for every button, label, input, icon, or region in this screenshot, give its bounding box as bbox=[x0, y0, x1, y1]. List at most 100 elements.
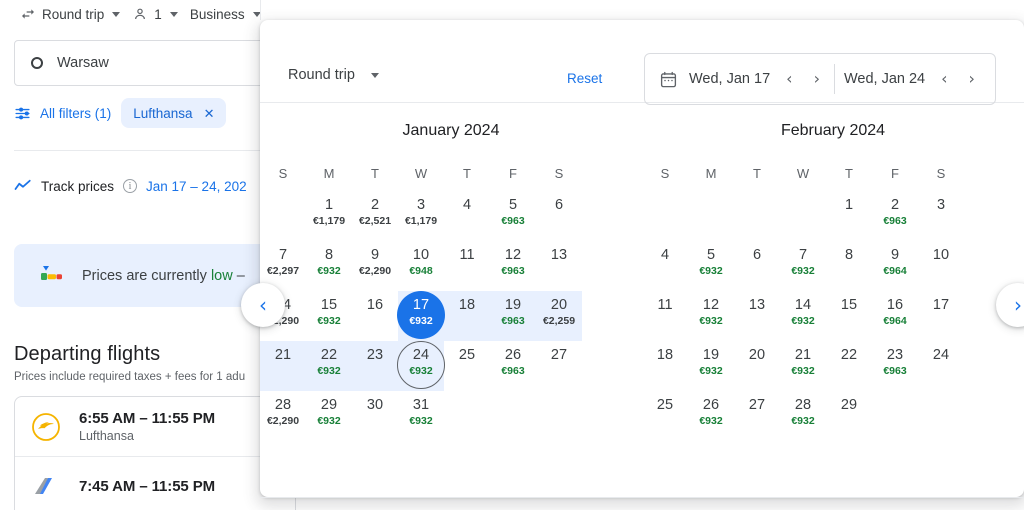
calendar-day-cell[interactable]: 4 bbox=[642, 241, 688, 291]
calendar-day-cell[interactable]: 26 €932 bbox=[688, 391, 734, 441]
close-icon[interactable]: ✕ bbox=[204, 107, 215, 120]
date-field-divider bbox=[833, 64, 835, 94]
origin-input[interactable]: Warsaw bbox=[14, 40, 296, 86]
calendar-day-cell[interactable]: 29 €932 bbox=[306, 391, 352, 441]
all-filters-button[interactable]: All filters (1) bbox=[14, 105, 111, 122]
departure-date-value[interactable]: Wed, Jan 17 bbox=[689, 71, 770, 87]
filter-chip-lufthansa[interactable]: Lufthansa ✕ bbox=[121, 98, 227, 128]
divider bbox=[14, 150, 296, 151]
flight-info: 6:55 AM – 11:55 PM Lufthansa bbox=[79, 410, 215, 443]
calendar-day-cell[interactable]: 15 €932 bbox=[306, 291, 352, 341]
previous-months-button[interactable]: ‹ bbox=[241, 283, 285, 327]
weekday-header-row: SMTWTFS bbox=[642, 166, 1024, 181]
calendar-day-cell[interactable]: 22 €932 bbox=[306, 341, 352, 391]
calendar-day-cell[interactable]: 20 bbox=[734, 341, 780, 391]
calendar-day-cell[interactable]: 20 €2,259 bbox=[536, 291, 582, 341]
calendar-day-cell[interactable]: 7 €932 bbox=[780, 241, 826, 291]
flight-times: 6:55 AM – 11:55 PM bbox=[79, 410, 216, 427]
calendar-day-cell[interactable]: 28 €2,290 bbox=[260, 391, 306, 441]
return-date-value[interactable]: Wed, Jan 24 bbox=[844, 71, 925, 87]
calendar-day-cell[interactable]: 25 bbox=[444, 341, 490, 391]
calendar-day-cell[interactable]: 24 €932 bbox=[397, 341, 445, 391]
calendar-day-cell[interactable]: 5 €932 bbox=[688, 241, 734, 291]
return-next-day-button[interactable]: › bbox=[964, 69, 980, 89]
calendar-day-cell[interactable]: 29 bbox=[826, 391, 872, 441]
calendar-day-cell[interactable]: 3 €1,179 bbox=[398, 191, 444, 241]
day-price: €963 bbox=[501, 265, 525, 277]
calendar-day-cell[interactable]: 21 €932 bbox=[780, 341, 826, 391]
calendar-day-cell[interactable]: 13 bbox=[734, 291, 780, 341]
calendar-day-cell[interactable]: 11 bbox=[444, 241, 490, 291]
passengers-selector[interactable]: 1 bbox=[126, 0, 184, 28]
calendar-day-cell[interactable]: 31 €932 bbox=[398, 391, 444, 441]
calendar-day-cell[interactable]: 9 €964 bbox=[872, 241, 918, 291]
day-number: 15 bbox=[320, 297, 338, 313]
flight-result-row[interactable]: 6:55 AM – 11:55 PM Lufthansa bbox=[15, 397, 295, 457]
trip-type-selector[interactable]: Round trip bbox=[14, 0, 126, 28]
calendar-day-cell[interactable]: 23 bbox=[352, 341, 398, 391]
day-price: €932 bbox=[791, 315, 815, 327]
flight-result-row[interactable]: 7:45 AM – 11:55 PM bbox=[15, 457, 295, 510]
calendar-day-cell[interactable]: 5 €963 bbox=[490, 191, 536, 241]
calendar-day-cell[interactable]: 25 bbox=[642, 391, 688, 441]
departure-next-day-button[interactable]: › bbox=[809, 69, 825, 89]
info-icon[interactable]: i bbox=[123, 179, 138, 193]
calendar-day-cell[interactable]: 1 bbox=[826, 191, 872, 241]
track-prices-dates[interactable]: Jan 17 – 24, 202 bbox=[146, 179, 247, 194]
day-number: 11 bbox=[459, 247, 475, 263]
departure-date-group: Wed, Jan 17 ‹ › bbox=[659, 54, 825, 104]
calendar-day-cell[interactable]: 18 bbox=[444, 291, 490, 341]
popup-trip-type-selector[interactable]: Round trip bbox=[288, 67, 379, 83]
calendar-day-cell[interactable]: 16 €964 bbox=[872, 291, 918, 341]
day-number: 7 bbox=[798, 247, 808, 263]
calendar-day-cell[interactable]: 10 bbox=[918, 241, 964, 291]
calendar-day-cell[interactable]: 11 bbox=[642, 291, 688, 341]
calendar-day-cell[interactable]: 2 €963 bbox=[872, 191, 918, 241]
calendar-day-cell[interactable]: 30 bbox=[352, 391, 398, 441]
calendar-day-cell[interactable]: 8 bbox=[826, 241, 872, 291]
day-number: 9 bbox=[370, 247, 380, 263]
calendar-day-cell[interactable]: 9 €2,290 bbox=[352, 241, 398, 291]
calendar-day-cell[interactable]: 3 bbox=[918, 191, 964, 241]
calendar-day-cell[interactable]: 12 €963 bbox=[490, 241, 536, 291]
calendar-day-cell[interactable]: 13 bbox=[536, 241, 582, 291]
calendar-day-cell[interactable]: 14 €932 bbox=[780, 291, 826, 341]
calendar-day-cell[interactable]: 4 bbox=[444, 191, 490, 241]
calendar-day-cell[interactable]: 12 €932 bbox=[688, 291, 734, 341]
calendar-day-cell[interactable]: 23 €963 bbox=[872, 341, 918, 391]
date-picker-popup: Round trip Reset Wed, Jan 17 ‹ › Wed, Ja… bbox=[260, 20, 1024, 497]
calendar-day-cell[interactable]: 15 bbox=[826, 291, 872, 341]
calendar-day-cell[interactable]: 2 €2,521 bbox=[352, 191, 398, 241]
calendar-week-row: 14€2,29015€9321617€9321819€96320€2,259 bbox=[260, 291, 642, 341]
calendar-day-cell[interactable]: 26 €963 bbox=[490, 341, 536, 391]
calendar-day-cell[interactable]: 18 bbox=[642, 341, 688, 391]
calendar-day-cell[interactable]: 8 €932 bbox=[306, 241, 352, 291]
calendar-day-cell[interactable]: 28 €932 bbox=[780, 391, 826, 441]
cabin-class-selector[interactable]: Business bbox=[184, 0, 267, 28]
calendar-day-cell[interactable]: 19 €932 bbox=[688, 341, 734, 391]
day-number: 9 bbox=[890, 247, 900, 263]
reset-button[interactable]: Reset bbox=[567, 71, 602, 86]
calendar-day-cell[interactable]: 19 €963 bbox=[490, 291, 536, 341]
chevron-down-icon bbox=[112, 11, 121, 17]
calendar-day-cell[interactable]: 6 bbox=[734, 241, 780, 291]
return-prev-day-button[interactable]: ‹ bbox=[936, 69, 952, 89]
calendar-day-cell[interactable]: 1 €1,179 bbox=[306, 191, 352, 241]
weekday-label: W bbox=[414, 166, 428, 181]
departure-prev-day-button[interactable]: ‹ bbox=[781, 69, 797, 89]
calendar-day-cell[interactable]: 17 bbox=[918, 291, 964, 341]
calendar-day-cell[interactable]: 27 bbox=[536, 341, 582, 391]
calendar-day-cell[interactable]: 21 bbox=[260, 341, 306, 391]
day-price: €2,521 bbox=[358, 215, 392, 227]
day-number: 28 bbox=[274, 397, 292, 413]
calendar-week-row: 25 26 €932 27 28 €932 29 bbox=[642, 391, 1024, 441]
calendar-day-cell[interactable]: 10 €948 bbox=[398, 241, 444, 291]
calendar-day-cell[interactable]: 6 bbox=[536, 191, 582, 241]
day-number: 27 bbox=[748, 397, 766, 413]
calendar-day-cell[interactable]: 17 €932 bbox=[397, 291, 445, 341]
day-number: 18 bbox=[458, 297, 476, 313]
calendar-day-cell[interactable]: 22 bbox=[826, 341, 872, 391]
calendar-day-cell[interactable]: 16 bbox=[352, 291, 398, 341]
calendar-day-cell[interactable]: 24 bbox=[918, 341, 964, 391]
calendar-day-cell[interactable]: 27 bbox=[734, 391, 780, 441]
